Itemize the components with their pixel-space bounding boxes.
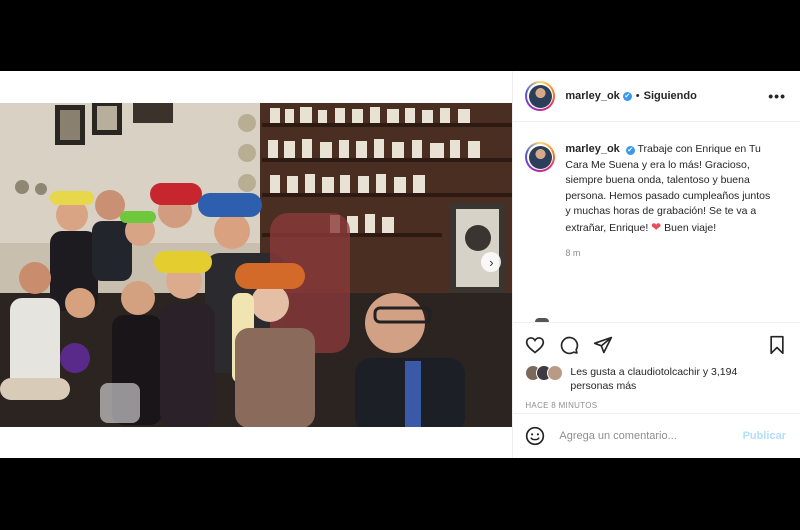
action-bar: [525, 333, 786, 357]
more-options-icon[interactable]: •••: [768, 88, 786, 104]
follow-status-button[interactable]: Siguiendo: [644, 90, 697, 102]
actions-area: Les gusta a claudiotolcachir y 3,194 per…: [513, 322, 800, 413]
caption-username-link[interactable]: marley_ok: [565, 143, 619, 155]
liker-avatar: [547, 365, 564, 381]
avatar[interactable]: [525, 81, 556, 111]
comment-icon[interactable]: [559, 335, 579, 355]
liker-username-link[interactable]: claudiotolcachir: [628, 366, 700, 378]
bookmark-icon[interactable]: [768, 335, 786, 355]
chevron-right-icon: ›: [489, 254, 494, 270]
publish-button[interactable]: Publicar: [743, 430, 786, 442]
heart-icon[interactable]: [525, 335, 545, 355]
caption-text-end: Buen viaje!: [664, 221, 717, 234]
post-header: marley_ok ✔ • Siguiendo •••: [513, 71, 800, 122]
post-timestamp: HACE 8 MINUTOS: [525, 401, 598, 410]
username-link[interactable]: marley_ok: [565, 90, 619, 102]
liker-avatars: [525, 365, 564, 381]
caption: marley_ok ✔ Trabaje con Enrique en Tu Ca…: [565, 142, 770, 322]
verified-badge-icon: ✔: [625, 146, 635, 155]
caption-avatar[interactable]: [525, 142, 556, 172]
post-side-panel: marley_ok ✔ • Siguiendo ••• marley_ok ✔ …: [512, 71, 800, 458]
comment-avatar-partial: [535, 318, 550, 322]
likes-text: Les gusta a claudiotolcachir y 3,194 per…: [570, 366, 738, 392]
caption-timestamp: 8 m: [565, 248, 581, 258]
red-heart-emoji-icon: ❤: [651, 219, 662, 234]
photo-pane: ›: [0, 71, 513, 458]
comment-bar: Publicar: [513, 413, 800, 458]
caption-area: marley_ok ✔ Trabaje con Enrique en Tu Ca…: [513, 122, 800, 322]
comment-input[interactable]: [557, 429, 743, 443]
photo-illustration: [0, 103, 513, 427]
post-photo[interactable]: [0, 103, 513, 427]
verified-badge-icon: ✔: [622, 91, 632, 101]
instagram-post: › marley_ok ✔ • Siguiendo ••• marley_ok …: [0, 71, 800, 458]
separator: •: [635, 90, 640, 102]
avatar-image: [528, 84, 552, 108]
send-icon[interactable]: [593, 335, 613, 355]
caption-text: Trabaje con Enrique en Tu Cara Me Suena …: [565, 143, 771, 234]
likes-summary: Les gusta a claudiotolcachir y 3,194 per…: [525, 365, 786, 393]
emoji-icon[interactable]: [525, 426, 545, 446]
